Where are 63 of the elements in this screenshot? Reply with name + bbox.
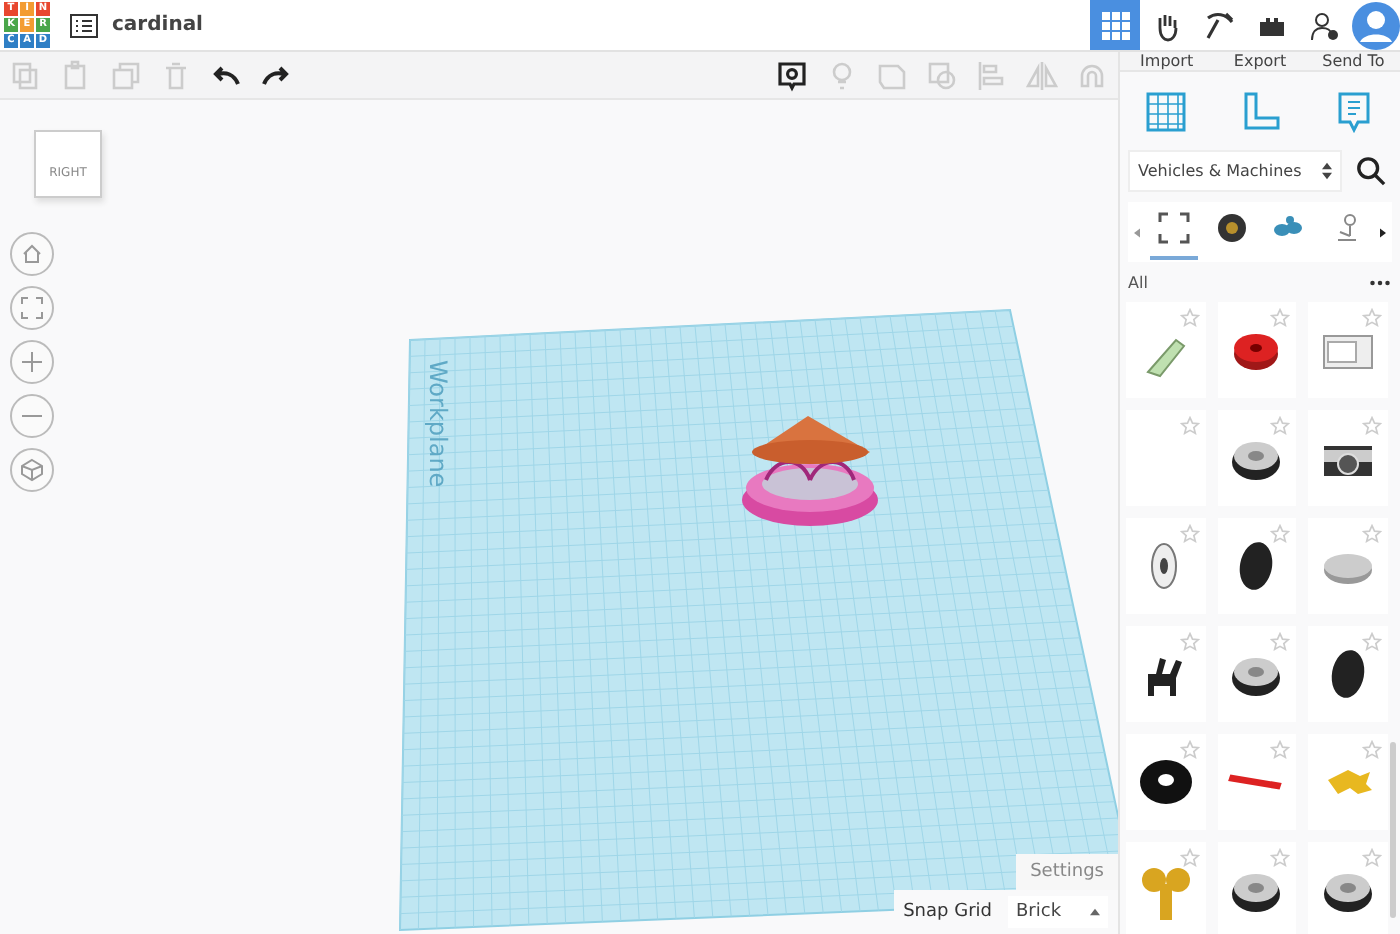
snap-grid-label: Snap Grid <box>903 902 992 922</box>
home-button[interactable] <box>10 232 54 276</box>
scroll-left-icon[interactable] <box>1134 227 1140 237</box>
star-icon[interactable] <box>1270 308 1291 328</box>
more-icon[interactable] <box>1368 280 1392 286</box>
scroll-right-icon[interactable] <box>1379 227 1386 237</box>
zoom-in-button[interactable] <box>10 340 54 384</box>
search-icon[interactable] <box>1356 156 1386 186</box>
fit-button[interactable] <box>10 286 54 330</box>
user-add-icon[interactable] <box>1307 9 1339 41</box>
workplane-icon[interactable] <box>1144 90 1189 134</box>
workplane-label: Workplane <box>424 360 452 488</box>
pickaxe-icon[interactable] <box>1203 9 1235 41</box>
action-tab[interactable]: Import <box>1120 52 1214 70</box>
part-card[interactable] <box>1308 842 1388 934</box>
caret-icon[interactable] <box>1090 908 1100 916</box>
part-card[interactable] <box>1308 410 1388 506</box>
star-icon[interactable] <box>1362 632 1382 652</box>
star-icon[interactable] <box>1179 308 1200 328</box>
star-icon[interactable] <box>1179 632 1200 652</box>
note-icon[interactable] <box>776 59 808 91</box>
caret-icon[interactable] <box>1322 162 1332 180</box>
part-card[interactable] <box>1126 626 1206 722</box>
wheel-icon[interactable] <box>1215 211 1248 243</box>
filter-label: All <box>1128 274 1148 292</box>
star-icon[interactable] <box>1270 848 1291 868</box>
star-icon[interactable] <box>1179 740 1200 760</box>
star-icon[interactable] <box>1270 740 1291 760</box>
snap-grid-select[interactable]: Brick <box>1008 896 1108 928</box>
fit-icon[interactable] <box>20 296 44 320</box>
part-card[interactable] <box>1217 302 1297 398</box>
action-tab[interactable]: Send To <box>1306 52 1400 70</box>
part-card[interactable] <box>1217 626 1297 722</box>
star-icon[interactable] <box>1179 416 1200 436</box>
carousel-model[interactable] <box>742 416 878 526</box>
rod-thumbnail <box>1226 772 1287 792</box>
action-tab[interactable]: Export <box>1213 52 1307 70</box>
zoom-in-icon[interactable] <box>20 350 44 374</box>
home-icon[interactable] <box>20 242 44 266</box>
star-icon[interactable] <box>1270 524 1291 544</box>
star-icon[interactable] <box>1362 416 1382 436</box>
star-icon[interactable] <box>1362 740 1382 760</box>
perspective-button[interactable] <box>10 448 54 492</box>
part-card[interactable] <box>1217 842 1297 934</box>
library-select[interactable]: Vehicles & Machines <box>1128 150 1342 192</box>
scrollbar[interactable] <box>1390 742 1396 918</box>
part-card[interactable] <box>1308 626 1388 722</box>
star-icon[interactable] <box>1179 848 1200 868</box>
star-icon[interactable] <box>1362 308 1382 328</box>
list-icon[interactable] <box>70 13 98 37</box>
star-icon[interactable] <box>1362 848 1382 868</box>
design-title[interactable]: cardinal <box>112 14 203 36</box>
star-icon[interactable] <box>1179 524 1200 544</box>
zoom-out-button[interactable] <box>10 394 54 438</box>
star-icon[interactable] <box>1270 416 1291 436</box>
star-icon[interactable] <box>1270 632 1291 652</box>
part-card[interactable] <box>1217 518 1297 614</box>
star-icon[interactable] <box>1362 524 1382 544</box>
part-card[interactable] <box>1217 410 1297 506</box>
perspective-icon[interactable] <box>20 458 44 482</box>
part-card[interactable] <box>1126 734 1206 830</box>
all-icon[interactable] <box>1157 211 1190 243</box>
grid-icon[interactable] <box>1099 9 1131 41</box>
